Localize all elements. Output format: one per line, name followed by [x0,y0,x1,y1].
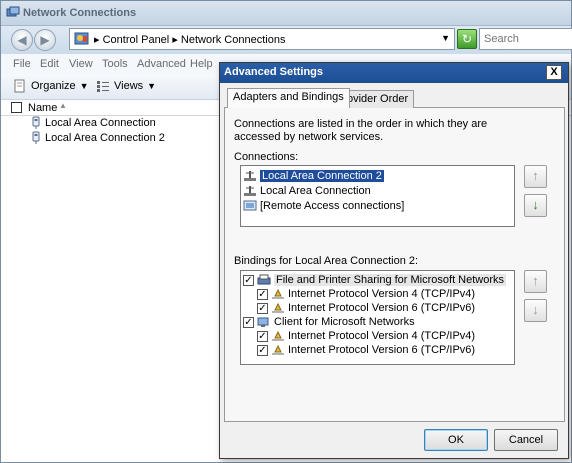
control-panel-icon [74,31,90,47]
organize-icon [13,79,27,93]
refresh-button[interactable]: ↻ [457,29,477,49]
search-box [479,28,572,50]
binding-item[interactable]: ✓ Internet Protocol Version 6 (TCP/IPv6) [257,301,475,315]
back-button[interactable]: ◀ [11,29,33,51]
binding-checkbox[interactable]: ✓ [257,288,268,300]
menu-tools[interactable]: Tools [102,58,128,70]
binding-label: Internet Protocol Version 4 (TCP/IPv4) [288,288,476,300]
back-arrow-icon: ◀ [17,33,27,47]
breadcrumb-separator[interactable]: ▸ [172,34,178,46]
description-text: Connections are listed in the order in w… [234,118,488,143]
protocol-icon [271,330,285,342]
connection-label: Local Area Connection 2 [259,169,385,183]
binding-checkbox[interactable]: ✓ [243,316,254,328]
forward-arrow-icon: ▶ [40,33,50,47]
arrow-up-icon: ↑ [532,273,539,288]
binding-checkbox[interactable]: ✓ [257,330,268,342]
binding-label: File and Printer Sharing for Microsoft N… [274,274,507,286]
list-item[interactable]: Local Area Connection 2 [31,131,165,145]
menu-advanced[interactable]: Advanced [137,58,186,70]
views-button[interactable]: Views ▼ [96,79,156,93]
connection-item[interactable]: [Remote Access connections] [243,199,404,213]
binding-label: Client for Microsoft Networks [274,316,415,328]
binding-item[interactable]: ✓ Internet Protocol Version 4 (TCP/IPv4) [257,287,475,301]
organize-button[interactable]: Organize ▼ [13,79,89,93]
network-adapter-icon [31,131,41,145]
search-input[interactable] [482,30,572,48]
list-item[interactable]: Local Area Connection [31,116,156,130]
arrow-down-icon: ↓ [532,197,539,212]
bindings-list[interactable]: ✓ File and Printer Sharing for Microsoft… [240,270,515,365]
breadcrumb-separator[interactable]: ▸ [94,34,100,46]
protocol-icon [271,288,285,300]
network-connection-icon [243,170,257,182]
name-column-header[interactable]: Name [28,102,57,114]
binding-item[interactable]: ✓ Internet Protocol Version 6 (TCP/IPv6) [257,343,475,357]
binding-checkbox[interactable]: ✓ [243,274,254,286]
arrow-up-icon: ↑ [532,168,539,183]
move-down-button[interactable]: ↓ [524,194,547,217]
network-adapter-icon [31,116,41,130]
explorer-titlebar: Network Connections [1,1,571,26]
binding-item[interactable]: ✓ File and Printer Sharing for Microsoft… [243,273,507,287]
address-bar[interactable]: ▸ Control Panel ▸ Network Connections ▼ [69,28,455,50]
connection-label: [Remote Access connections] [260,200,405,212]
item-label: Local Area Connection 2 [45,132,165,144]
connection-label: Local Area Connection [260,185,371,197]
tab-adapters-and-bindings[interactable]: Adapters and Bindings [227,88,350,108]
window-title: Network Connections [23,7,137,19]
menu-edit[interactable]: Edit [40,58,59,70]
binding-item[interactable]: ✓ Internet Protocol Version 4 (TCP/IPv4) [257,329,475,343]
binding-label: Internet Protocol Version 4 (TCP/IPv4) [288,330,476,342]
remote-access-icon [243,200,257,212]
binding-label: Internet Protocol Version 6 (TCP/IPv6) [288,344,476,356]
menu-file[interactable]: File [13,58,31,70]
protocol-icon [271,344,285,356]
views-label: Views [114,80,144,92]
breadcrumb-control-panel[interactable]: Control Panel [103,34,170,46]
advanced-settings-dialog: Advanced Settings X Adapters and Binding… [219,62,569,459]
file-printer-sharing-icon [257,274,271,286]
dialog-titlebar[interactable]: Advanced Settings X [220,63,568,83]
network-client-icon [257,316,271,328]
chevron-down-icon: ▼ [79,81,89,91]
cancel-button[interactable]: Cancel [494,429,558,451]
item-label: Local Area Connection [45,117,156,129]
close-icon: X [550,66,558,78]
arrow-down-icon: ↓ [532,302,539,317]
menu-help[interactable]: Help [190,58,213,70]
binding-item[interactable]: ✓ Client for Microsoft Networks [243,315,415,329]
protocol-icon [271,302,285,314]
breadcrumb-network-connections[interactable]: Network Connections [181,34,286,46]
select-all-checkbox[interactable] [11,102,22,113]
connection-item[interactable]: Local Area Connection [243,184,371,198]
connection-item[interactable]: Local Area Connection 2 [243,169,385,183]
breadcrumb: ▸ Control Panel ▸ Network Connections [94,33,285,46]
binding-checkbox[interactable]: ✓ [257,302,268,314]
close-button[interactable]: X [546,65,562,80]
views-icon [96,79,110,93]
move-up-button[interactable]: ↑ [524,165,547,188]
connections-list[interactable]: Local Area Connection 2 Local Area Conne… [240,165,515,227]
binding-label: Internet Protocol Version 6 (TCP/IPv6) [288,302,476,314]
move-down-button[interactable]: ↓ [524,299,547,322]
bindings-label: Bindings for Local Area Connection 2: [234,255,419,267]
network-connection-icon [243,185,257,197]
forward-button[interactable]: ▶ [34,29,56,51]
ok-button[interactable]: OK [424,429,488,451]
network-connections-icon [6,6,20,20]
connections-label: Connections: [234,151,299,163]
move-up-button[interactable]: ↑ [524,270,547,293]
dialog-title: Advanced Settings [224,66,324,78]
organize-label: Organize [31,80,76,92]
chevron-down-icon[interactable]: ▼ [441,33,450,43]
sort-ascending-icon: ▲ [59,101,67,110]
refresh-icon: ↻ [461,32,473,46]
binding-checkbox[interactable]: ✓ [257,344,268,356]
address-row: ◀ ▶ ▸ Control Panel ▸ Network Connection… [1,26,572,54]
menu-view[interactable]: View [69,58,93,70]
chevron-down-icon: ▼ [147,81,157,91]
